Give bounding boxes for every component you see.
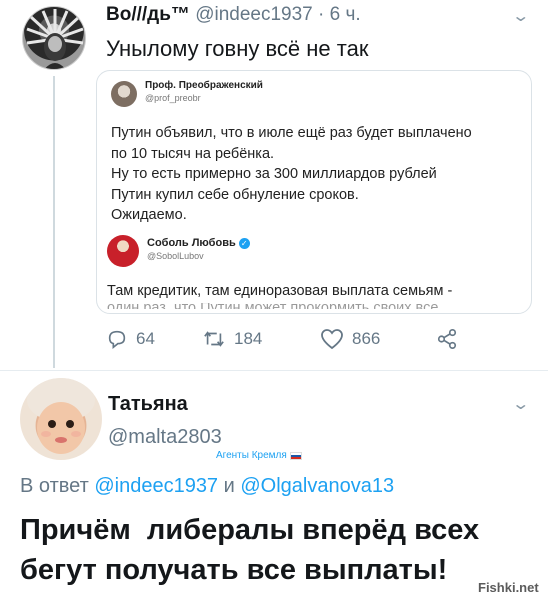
quoted-tweet[interactable]: Проф. Преображенский @prof_preobr Путин … xyxy=(96,70,532,314)
share-icon xyxy=(437,329,457,349)
quoted-author-name: Проф. Преображенский xyxy=(145,80,263,91)
author-name[interactable]: Во///дь™ xyxy=(106,4,190,25)
quoted-line: Ну то есть примерно за 300 миллиардов ру… xyxy=(111,166,437,182)
reply-context: В ответ @indeec1937 и @Olgalvanova13 xyxy=(20,475,394,498)
tweet-text-line: бегут получать все выплаты! xyxy=(20,554,448,586)
quoted-line: по 10 тысяч на ребёнка. xyxy=(111,145,275,162)
tweet-text-line: Причём либералы вперёд всех xyxy=(20,514,480,546)
tweet-text: Причём либералы вперёд всех бегут получа… xyxy=(20,510,479,590)
timestamp[interactable]: · 6 ч. xyxy=(318,4,361,25)
avatar-image xyxy=(27,378,95,454)
quoted-text: Путин объявил, что в июле ещё раз будет … xyxy=(111,123,472,226)
chevron-down-icon[interactable]: ⌄ xyxy=(511,6,530,26)
russian-flag-icon xyxy=(289,451,302,460)
nested-author-handle: @SobolLubov xyxy=(147,251,204,261)
author-handle[interactable]: @indeec1937 xyxy=(195,4,313,25)
avatar[interactable] xyxy=(20,378,102,460)
mention-link[interactable]: @Olgalvanova13 xyxy=(240,475,394,497)
nested-text-truncated: один раз, что Путин может прокормить сво… xyxy=(107,303,438,309)
nested-quoted-tweet[interactable]: Соболь Любовь ✓ @SobolLubov Там кредитик,… xyxy=(107,229,525,313)
like-button[interactable]: 866 xyxy=(320,328,380,350)
nested-author-name: Соболь Любовь ✓ xyxy=(147,237,250,249)
watermark: Fishki.net xyxy=(478,580,539,595)
reply-button[interactable]: 64 xyxy=(106,328,155,350)
reply-conjunction: и xyxy=(223,475,235,497)
thread-line xyxy=(53,76,55,368)
quoted-line: Путин объявил, что в июле ещё раз будет … xyxy=(111,125,472,141)
tweet-header: Во///дь™ @indeec1937 · 6 ч. xyxy=(106,4,361,26)
retweet-icon xyxy=(204,331,224,347)
mention-link[interactable]: @indeec1937 xyxy=(94,475,218,497)
tweet-actions: 64 184 866 xyxy=(106,328,466,354)
account-label: Агенты Кремля xyxy=(216,450,302,461)
divider xyxy=(0,370,548,371)
quoted-line: Путин купил себе обнуление сроков. xyxy=(111,186,359,203)
author-handle[interactable]: @malta2803 xyxy=(108,426,222,449)
nested-author-name-text: Соболь Любовь xyxy=(147,237,236,249)
avatar[interactable] xyxy=(22,6,86,70)
like-icon xyxy=(321,329,343,350)
chevron-down-icon[interactable]: ⌄ xyxy=(511,394,530,414)
quoted-line: Ожидаемо. xyxy=(111,207,187,223)
reply-prefix: В ответ xyxy=(20,475,89,497)
retweet-button[interactable]: 184 xyxy=(202,328,262,350)
tweet-text: Унылому говну всё не так xyxy=(106,36,369,61)
quoted-author-handle: @prof_preobr xyxy=(145,93,201,103)
avatar-image xyxy=(26,9,84,69)
nested-text: Там кредитик, там единоразовая выплата с… xyxy=(107,283,453,299)
like-count: 866 xyxy=(352,329,381,348)
reply-count: 64 xyxy=(136,329,155,348)
avatar xyxy=(107,235,139,267)
verified-icon: ✓ xyxy=(238,238,250,249)
tweet-main: Во///дь™ @indeec1937 · 6 ч. ⌄ Унылому го… xyxy=(0,0,548,370)
reply-icon xyxy=(108,330,126,349)
account-label-text: Агенты Кремля xyxy=(216,450,287,461)
retweet-count: 184 xyxy=(234,329,263,348)
avatar xyxy=(111,81,137,107)
share-button[interactable] xyxy=(436,328,458,350)
author-name[interactable]: Татьяна xyxy=(108,393,188,416)
